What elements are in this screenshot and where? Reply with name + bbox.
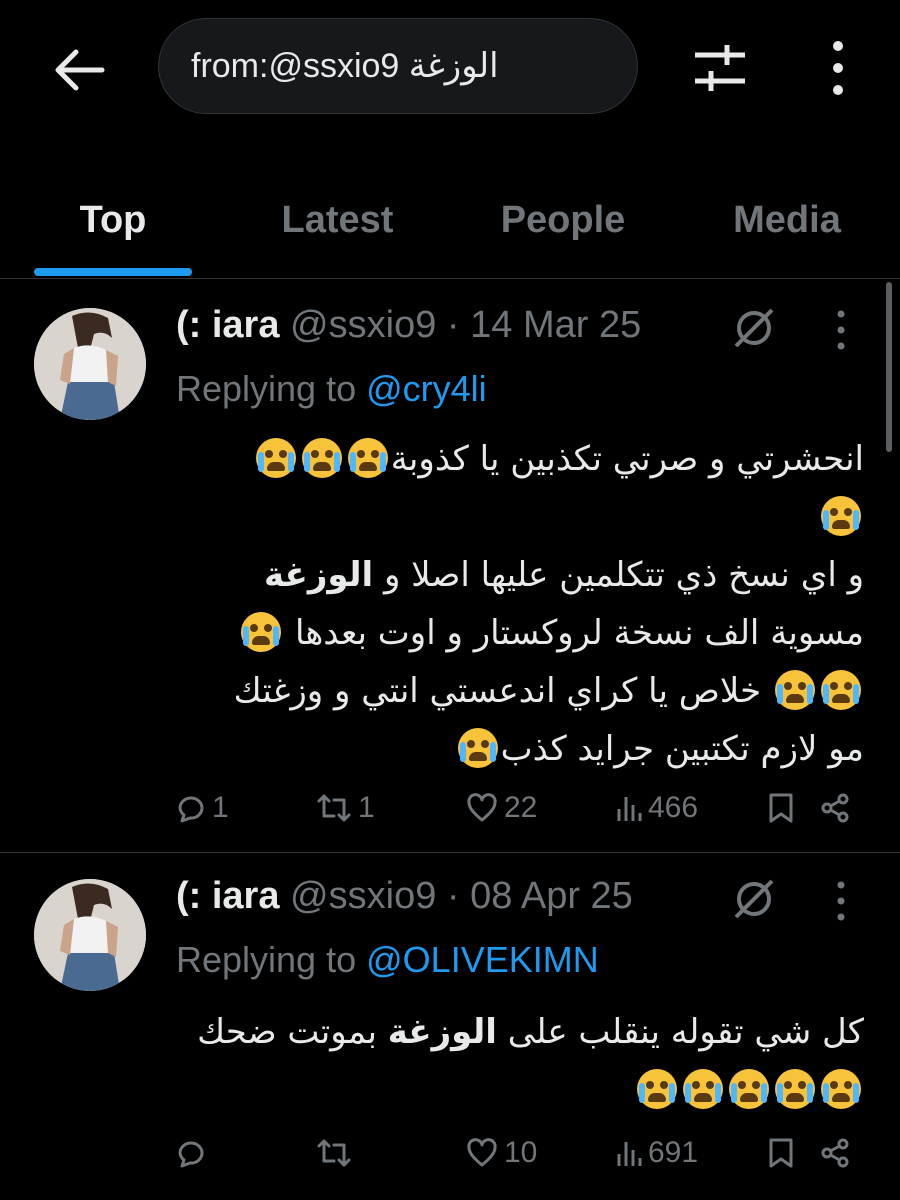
search-term-highlight: الوزغة	[387, 1012, 497, 1052]
views-icon	[617, 1142, 642, 1166]
view-count: 466	[648, 791, 699, 824]
grok-icon[interactable]	[730, 304, 778, 352]
reply-icon	[178, 796, 204, 823]
crying-face-emoji	[729, 1069, 769, 1109]
crying-face-emoji	[241, 612, 282, 652]
replying-to-label: Replying to	[176, 368, 357, 409]
mention-link[interactable]: @cry4li	[366, 368, 487, 409]
avatar-image	[34, 308, 146, 420]
views-button[interactable]: 691	[616, 1129, 698, 1177]
tweet-line: انحشرتي و صرتي تكذبين يا كذوبة	[176, 430, 864, 488]
more-options-button[interactable]	[808, 38, 868, 98]
crying-face-emoji	[255, 438, 296, 478]
tweet-line: خلاص يا كراي اندعستي انتي و وزغتك	[176, 662, 864, 720]
like-button[interactable]: 22	[466, 784, 537, 832]
crying-face-emoji	[637, 1069, 677, 1109]
search-term-highlight: الوزغة	[263, 555, 374, 595]
bookmark-button[interactable]	[768, 784, 794, 832]
top-bar: from:@ssxio9 الوزغة	[0, 0, 900, 150]
crying-face-emoji	[683, 1069, 723, 1109]
crying-face-emoji	[457, 728, 498, 768]
tweet-line: مو لازم تكتبين جرايد كذب	[176, 720, 864, 778]
author-handle[interactable]: @ssxio9	[290, 304, 436, 346]
crying-face-emoji	[821, 670, 861, 710]
reply-button[interactable]	[174, 1129, 212, 1177]
heart-icon	[467, 793, 497, 822]
more-vertical-icon[interactable]	[826, 879, 856, 923]
tab-people[interactable]: People	[480, 170, 646, 270]
tweet-line	[176, 488, 864, 546]
crying-face-emoji	[301, 438, 342, 478]
share-button[interactable]	[820, 784, 850, 832]
views-icon	[617, 797, 642, 821]
repost-count: 1	[358, 791, 375, 824]
sliders-icon	[695, 45, 745, 91]
author-handle[interactable]: @ssxio9	[290, 875, 436, 917]
search-tabs: Top Latest People Media	[0, 170, 900, 279]
author-name[interactable]: (: iara	[176, 875, 279, 917]
like-count: 22	[504, 791, 538, 824]
bookmark-icon	[769, 793, 793, 823]
more-vertical-icon[interactable]	[826, 308, 856, 352]
separator-dot: ·	[446, 875, 460, 917]
replying-to: Replying to @cry4li	[176, 368, 487, 410]
tweet[interactable]: (: iara @ssxio9 · 14 Mar 25 Replying to …	[0, 282, 900, 853]
repost-icon	[317, 1139, 351, 1167]
author-name[interactable]: (: iara	[176, 304, 279, 346]
tweet-actions: 1 1 22 466	[170, 784, 860, 832]
heart-icon	[467, 1138, 497, 1167]
search-filter-button[interactable]	[690, 38, 750, 98]
tweet-date[interactable]: 08 Apr 25	[470, 875, 633, 917]
reply-button[interactable]: 1	[174, 784, 229, 832]
bookmark-icon	[769, 1138, 793, 1168]
share-icon	[821, 793, 849, 823]
tab-media[interactable]: Media	[712, 170, 862, 270]
tab-latest[interactable]: Latest	[250, 170, 425, 270]
crying-face-emoji	[775, 670, 815, 710]
repost-button[interactable]: 1	[316, 784, 375, 832]
tweet-line: كل شي تقوله ينقلب على الوزغة بموتت ضحك	[197, 1012, 864, 1052]
share-button[interactable]	[820, 1129, 850, 1177]
reply-icon	[178, 1141, 204, 1168]
tweet[interactable]: (: iara @ssxio9 · 08 Apr 25 Replying to …	[0, 853, 900, 1200]
crying-face-emoji	[347, 438, 388, 478]
arrow-left-icon	[55, 49, 105, 91]
search-input[interactable]: from:@ssxio9 الوزغة	[158, 18, 638, 114]
repost-icon	[317, 794, 351, 822]
tweet-header: (: iara @ssxio9 · 08 Apr 25	[176, 875, 633, 918]
search-query: from:@ssxio9 الوزغة	[191, 47, 499, 85]
avatar[interactable]	[34, 308, 146, 420]
views-button[interactable]: 466	[616, 784, 698, 832]
crying-face-emoji	[775, 1069, 815, 1109]
active-tab-indicator	[34, 268, 192, 276]
bookmark-button[interactable]	[768, 1129, 794, 1177]
grok-icon[interactable]	[730, 875, 778, 923]
replying-to: Replying to @OLIVEKIMN	[176, 939, 599, 981]
crying-face-emoji	[821, 496, 861, 536]
reply-count: 1	[212, 791, 229, 824]
tweet-line: و اي نسخ ذي تتكلمين عليها اصلا و الوزغة	[263, 555, 864, 595]
tweet-line: مسوية الف نسخة لروكستار و اوت بعدها	[176, 604, 864, 662]
crying-face-emoji	[821, 1069, 861, 1109]
tweet-header: (: iara @ssxio9 · 14 Mar 25	[176, 304, 641, 347]
tweet-actions: 10 691	[170, 1129, 860, 1177]
tab-top[interactable]: Top	[34, 170, 192, 270]
tweet-text: انحشرتي و صرتي تكذبين يا كذوبة و اي نسخ …	[176, 430, 864, 778]
tweet-text: كل شي تقوله ينقلب على الوزغة بموتت ضحك	[176, 1003, 864, 1119]
repost-button[interactable]	[316, 1129, 358, 1177]
like-button[interactable]: 10	[466, 1129, 537, 1177]
like-count: 10	[504, 1136, 538, 1169]
avatar-image	[34, 879, 146, 991]
view-count: 691	[648, 1136, 699, 1169]
share-icon	[821, 1138, 849, 1168]
separator-dot: ·	[446, 304, 460, 346]
tweet-date[interactable]: 14 Mar 25	[470, 304, 641, 346]
replying-to-label: Replying to	[176, 939, 357, 980]
back-button[interactable]	[50, 40, 110, 100]
avatar[interactable]	[34, 879, 146, 991]
tweet-line	[176, 1061, 864, 1119]
mention-link[interactable]: @OLIVEKIMN	[366, 939, 599, 980]
more-vertical-icon	[833, 41, 843, 95]
